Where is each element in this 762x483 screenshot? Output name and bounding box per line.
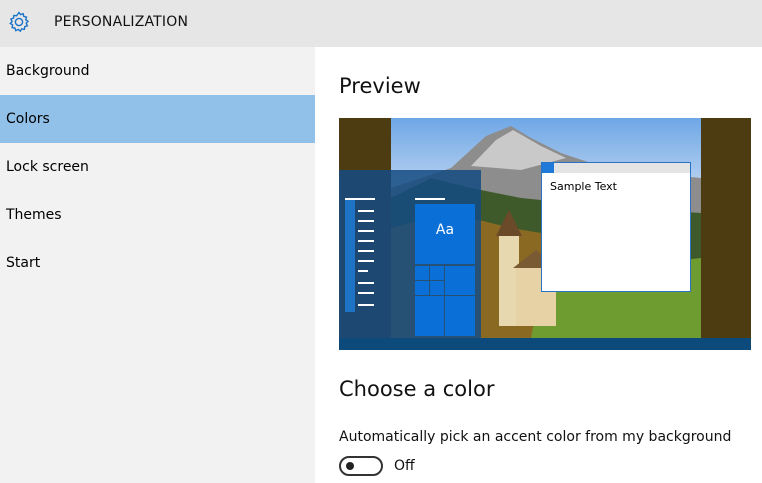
auto-accent-label: Automatically pick an accent color from …	[339, 429, 732, 445]
preview-window: Sample Text	[541, 162, 691, 292]
preview-small-tile	[430, 281, 444, 295]
sidebar-item-lock-screen[interactable]: Lock screen	[0, 143, 315, 191]
preview-window-accent	[542, 163, 554, 173]
sidebar-item-themes[interactable]: Themes	[0, 191, 315, 239]
preview-start-column	[345, 200, 355, 312]
preview-taskbar	[339, 338, 751, 350]
preview-tile-grid	[415, 266, 475, 336]
toggle-knob	[346, 462, 354, 470]
preview-heading: Preview	[339, 74, 421, 98]
preview-right-panel	[701, 118, 751, 338]
preview-window-titlebar	[542, 163, 690, 173]
preview-start-line	[345, 198, 375, 200]
sidebar-item-colors[interactable]: Colors	[0, 95, 315, 143]
preview-window-text: Sample Text	[550, 180, 617, 193]
sidebar-item-label: Colors	[6, 111, 50, 127]
preview-start-line	[358, 210, 374, 212]
preview-small-tile	[415, 296, 444, 336]
preview-tile: Aa	[415, 204, 475, 264]
preview-small-tile	[415, 281, 429, 295]
preview-start-line	[358, 220, 374, 222]
sidebar-item-label: Lock screen	[6, 159, 89, 175]
sidebar-item-label: Background	[6, 63, 90, 79]
sidebar-item-label: Themes	[6, 207, 62, 223]
preview-start-line	[358, 282, 374, 284]
sidebar-item-start[interactable]: Start	[0, 239, 315, 287]
preview-start-menu: Aa	[339, 170, 481, 338]
preview-small-tile	[445, 266, 475, 295]
main-content: Preview Aa Sample Text Choose a color Au…	[315, 47, 762, 483]
preview-start-line	[358, 230, 374, 232]
preview-start-line	[358, 292, 374, 294]
preview-start-line	[358, 270, 368, 272]
preview-tile-label: Aa	[435, 222, 455, 238]
choose-color-heading: Choose a color	[339, 377, 495, 401]
auto-accent-state-label: Off	[394, 458, 415, 474]
window-header: PERSONALIZATION	[0, 0, 762, 47]
preview-start-line	[415, 198, 445, 200]
preview-start-line	[358, 304, 374, 306]
preview-small-tile	[430, 266, 444, 280]
auto-accent-toggle[interactable]	[339, 456, 383, 476]
theme-preview: Aa Sample Text	[339, 118, 751, 350]
preview-small-tile	[415, 266, 429, 280]
gear-icon	[9, 11, 30, 33]
preview-start-line	[358, 260, 374, 262]
preview-start-line	[358, 240, 374, 242]
page-title: PERSONALIZATION	[54, 14, 189, 30]
preview-start-line	[358, 250, 374, 252]
sidebar-item-label: Start	[6, 255, 41, 271]
sidebar: Background Colors Lock screen Themes Sta…	[0, 47, 315, 483]
sidebar-item-background[interactable]: Background	[0, 47, 315, 95]
preview-small-tile	[445, 296, 475, 336]
